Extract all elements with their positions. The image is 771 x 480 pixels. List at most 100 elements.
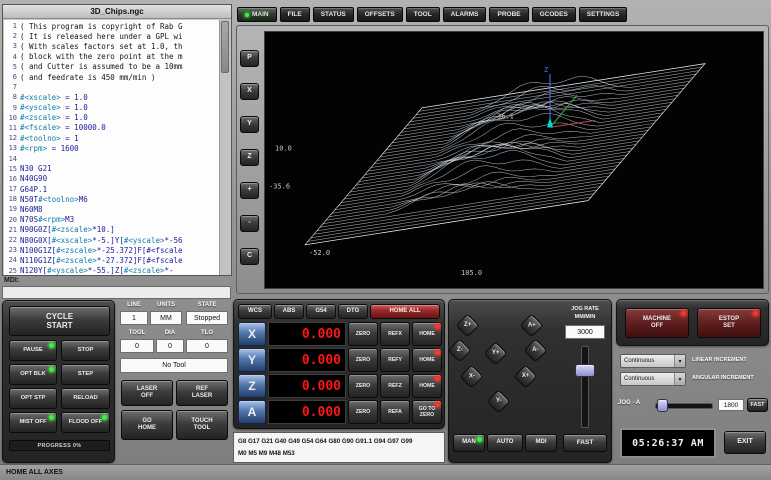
tab-settings[interactable]: SETTINGS xyxy=(579,7,628,22)
tab-status[interactable]: STATUS xyxy=(313,7,354,22)
gcode-line[interactable]: 19N60M8 xyxy=(4,204,220,214)
gcode-line[interactable]: 20N70S#<rpm>M3 xyxy=(4,215,220,225)
mode-man-button[interactable]: MAN xyxy=(453,434,485,452)
cycle-start-button[interactable]: CYCLE START xyxy=(9,306,110,336)
zero-a-button[interactable]: ZERO xyxy=(348,400,378,424)
jog-rate-slider-track[interactable] xyxy=(581,346,589,428)
ref-laser-button[interactable]: REF LASER xyxy=(176,380,228,406)
toolpath-preview[interactable]: Z36.110.0-35.6-52.0105.0 xyxy=(265,32,763,288)
z-view-button[interactable]: Z xyxy=(240,149,259,166)
ref-x-button[interactable]: REFX xyxy=(380,322,410,346)
jog-a-minus-button[interactable]: A- xyxy=(523,338,547,362)
axis-z-button[interactable]: Z xyxy=(238,374,266,398)
zero-z-button[interactable]: ZERO xyxy=(348,374,378,398)
jog-z-minus-button[interactable]: Z- xyxy=(447,338,471,362)
gcode-line[interactable]: 6( and feedrate is 450 mm/min ) xyxy=(4,72,220,82)
jog-a-plus-button[interactable]: A+ xyxy=(519,313,543,337)
gcode-line[interactable]: 1( This program is copyright of Rab G xyxy=(4,21,220,31)
home-a-button[interactable]: GO TO ZERO xyxy=(412,400,442,424)
gcode-line[interactable]: 25N120Y[#<yscale>*-55.]Z[#<zscale>*- xyxy=(4,266,220,276)
tab-gcodes[interactable]: GCODES xyxy=(532,7,576,22)
ref-y-button[interactable]: REFY xyxy=(380,348,410,372)
jog-y-plus-button[interactable]: Y+ xyxy=(483,341,507,365)
axis-a-button[interactable]: A xyxy=(238,400,266,424)
flood-off-button[interactable]: FLOOD OFF xyxy=(61,412,110,433)
gcode-line[interactable]: 8#<xscale> = 1.0 xyxy=(4,92,220,102)
abs-button[interactable]: ABS xyxy=(274,304,304,319)
jog-z-plus-button[interactable]: Z+ xyxy=(455,313,479,337)
gcode-line[interactable]: 23N100G1Z[#<zscale>*-25.372]F[#<fscale xyxy=(4,245,220,255)
estop-button[interactable]: ESTOP SET xyxy=(697,308,761,338)
gcode-line[interactable]: 16N40G90 xyxy=(4,174,220,184)
tab-main[interactable]: MAIN xyxy=(237,7,277,22)
plot-area[interactable]: Z36.110.0-35.6-52.0105.0 xyxy=(264,31,764,289)
angular-increment-select[interactable]: Continuous ▾ xyxy=(620,372,686,386)
zoom-out-button[interactable]: - xyxy=(240,215,259,232)
axis-y-button[interactable]: Y xyxy=(238,348,266,372)
gcode-line[interactable]: 21N90G0Z[#<zscale>*10.] xyxy=(4,225,220,235)
gcode-line[interactable]: 17G64P.1 xyxy=(4,184,220,194)
tab-file[interactable]: FILE xyxy=(280,7,310,22)
gcode-line[interactable]: 2( It is released here under a GPL wi xyxy=(4,31,220,41)
g54-button[interactable]: G54 xyxy=(306,304,336,319)
home-x-button[interactable]: HOME xyxy=(412,322,442,346)
touch-tool-button[interactable]: TOUCH TOOL xyxy=(176,410,228,440)
gcode-line[interactable]: 5( and Cutter is assumed to be a 10mm xyxy=(4,62,220,72)
perspective-view-button[interactable]: P xyxy=(240,50,259,67)
gcode-line[interactable]: 14 xyxy=(4,153,220,163)
gcode-line[interactable]: 24N110G1Z[#<zscale>*-27.372]F[#<fscale xyxy=(4,255,220,265)
gcode-scrollbar[interactable] xyxy=(219,20,230,275)
jog-a-fast-button[interactable]: FAST xyxy=(747,398,768,412)
mdi-input[interactable] xyxy=(2,286,231,299)
gcode-line[interactable]: 13#<rpm> = 1600 xyxy=(4,143,220,153)
jog-x-minus-button[interactable]: X- xyxy=(459,364,483,388)
y-view-button[interactable]: Y xyxy=(240,116,259,133)
fast-button[interactable]: FAST xyxy=(563,434,607,452)
pause-button[interactable]: PAUSE xyxy=(9,340,57,361)
gcode-line[interactable]: 22N80G0X[#<xscale>*-5.]Y[#<yscale>*-56 xyxy=(4,235,220,245)
gcode-line[interactable]: 15N30 G21 xyxy=(4,164,220,174)
opt-stp-button[interactable]: OPT STP xyxy=(9,388,57,409)
home-y-button[interactable]: HOME xyxy=(412,348,442,372)
gcode-scrollbar-thumb[interactable] xyxy=(221,21,229,73)
tab-offsets[interactable]: OFFSETS xyxy=(357,7,403,22)
home-z-button[interactable]: HOME xyxy=(412,374,442,398)
gcode-line[interactable]: 3( With scales factors set at 1.0, th xyxy=(4,41,220,51)
x-view-button[interactable]: X xyxy=(240,83,259,100)
tab-probe[interactable]: PROBE xyxy=(489,7,528,22)
gcode-line[interactable]: 4( block with the zero point at the m xyxy=(4,52,220,62)
jog-rate-slider-handle[interactable] xyxy=(575,364,595,377)
zero-y-button[interactable]: ZERO xyxy=(348,348,378,372)
gcode-line[interactable]: 12#<toolno> = 1 xyxy=(4,133,220,143)
tab-alarms[interactable]: ALARMS xyxy=(443,7,487,22)
opt-blk-button[interactable]: OPT BLK xyxy=(9,364,57,385)
reload-button[interactable]: RELOAD xyxy=(61,388,110,409)
jog-a-slider-handle[interactable] xyxy=(657,399,668,412)
exit-button[interactable]: EXIT xyxy=(724,431,766,454)
clear-plot-button[interactable]: C xyxy=(240,248,259,265)
machine-off-button[interactable]: MACHINE OFF xyxy=(625,308,689,338)
ref-a-button[interactable]: REFA xyxy=(380,400,410,424)
zoom-in-button[interactable]: + xyxy=(240,182,259,199)
ref-z-button[interactable]: REFZ xyxy=(380,374,410,398)
step-button[interactable]: STEP xyxy=(61,364,110,385)
gcode-line[interactable]: 18N50T#<toolno>M6 xyxy=(4,194,220,204)
axis-x-button[interactable]: X xyxy=(238,322,266,346)
gcode-line[interactable]: 11#<fscale> = 10000.0 xyxy=(4,123,220,133)
mist-off-button[interactable]: MIST OFF xyxy=(9,412,57,433)
go-home-button[interactable]: GO HOME xyxy=(121,410,173,440)
gcode-lines[interactable]: 1( This program is copyright of Rab G2( … xyxy=(4,20,220,275)
tab-tool[interactable]: TOOL xyxy=(406,7,440,22)
laser-off-button[interactable]: LASER OFF xyxy=(121,380,173,406)
gcode-line[interactable]: 9#<yscale> = 1.0 xyxy=(4,103,220,113)
stop-button[interactable]: STOP xyxy=(61,340,110,361)
gcode-line[interactable]: 10#<zscale> = 1.0 xyxy=(4,113,220,123)
zero-x-button[interactable]: ZERO xyxy=(348,322,378,346)
mode-auto-button[interactable]: AUTO xyxy=(487,434,523,452)
home-all-button[interactable]: HOME ALL xyxy=(370,304,440,319)
mode-mdi-button[interactable]: MDI xyxy=(525,434,557,452)
wcs-button[interactable]: WCS xyxy=(238,304,272,319)
gcode-line[interactable]: 7 xyxy=(4,82,220,92)
dtg-button[interactable]: DTG xyxy=(338,304,368,319)
jog-y-minus-button[interactable]: Y- xyxy=(486,389,510,413)
